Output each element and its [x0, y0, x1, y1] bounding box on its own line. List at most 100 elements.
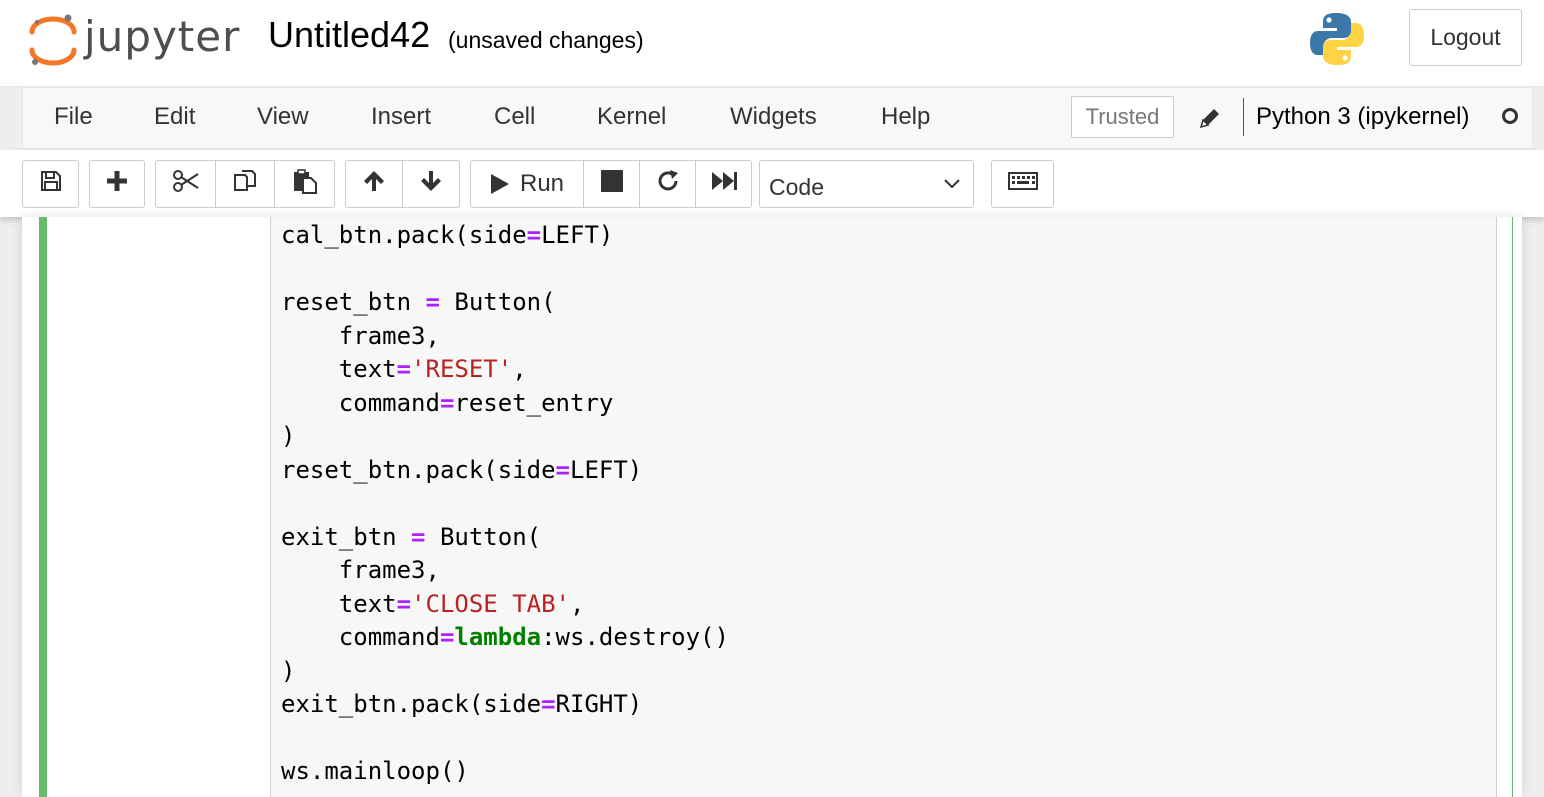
code-token: ws.mainloop() — [281, 757, 469, 785]
code-line: ) — [281, 657, 295, 691]
restart-icon — [656, 169, 680, 200]
cut-button[interactable] — [156, 161, 216, 207]
move-up-button[interactable] — [346, 161, 403, 207]
fast-forward-icon — [711, 170, 737, 198]
toolbar-group-run: Run — [470, 160, 752, 208]
paste-icon — [292, 168, 318, 201]
code-editor[interactable]: cal_btn.pack(side=LEFT) reset_btn = Butto… — [270, 217, 1497, 797]
pencil-icon[interactable] — [1198, 106, 1222, 135]
scissors-icon — [172, 169, 200, 200]
kernel-divider — [1243, 98, 1244, 136]
restart-button[interactable] — [640, 161, 696, 207]
kernel-idle-icon — [1502, 108, 1518, 124]
code-token: reset_entry — [454, 388, 614, 417]
code-token: frame3, — [281, 556, 440, 584]
menu-edit[interactable]: Edit — [154, 103, 195, 131]
interrupt-button[interactable] — [584, 161, 640, 207]
code-token: 'RESET' — [411, 355, 513, 383]
save-status: (unsaved changes) — [448, 27, 644, 53]
save-icon — [39, 169, 63, 200]
code-line: text='CLOSE TAB', — [281, 589, 585, 624]
code-line: frame3, — [281, 322, 440, 356]
code-token: Button( — [425, 522, 542, 551]
menu-kernel[interactable]: Kernel — [597, 103, 666, 131]
toolbar-group-keyboard — [991, 160, 1054, 208]
paste-button[interactable] — [275, 161, 334, 207]
save-button[interactable] — [23, 161, 78, 207]
code-token: = — [396, 589, 412, 618]
menu-help[interactable]: Help — [881, 103, 930, 131]
code-line: command=reset_entry — [281, 388, 614, 423]
menu-widgets[interactable]: Widgets — [730, 103, 817, 131]
jupyter-brand-text[interactable]: jupyter — [84, 12, 240, 61]
copy-icon — [232, 168, 258, 201]
move-down-button[interactable] — [403, 161, 459, 207]
code-token: LEFT) — [570, 455, 643, 484]
code-line: frame3, — [281, 556, 440, 590]
jupyter-logo-icon[interactable] — [28, 12, 78, 73]
run-all-button[interactable] — [696, 161, 751, 207]
code-line: reset_btn = Button( — [281, 288, 556, 322]
python-logo-icon — [1309, 11, 1365, 72]
run-label: Run — [519, 170, 565, 197]
copy-button[interactable] — [216, 161, 275, 207]
code-token: reset_btn.pack(side — [281, 455, 556, 484]
cell-selection-bar — [39, 217, 47, 797]
code-token: = — [439, 388, 455, 417]
code-line: ) — [281, 422, 295, 456]
code-token: = — [541, 690, 556, 718]
arrow-down-icon — [419, 169, 443, 200]
menu-view[interactable]: View — [257, 103, 309, 131]
toolbar-group-clipboard — [155, 160, 335, 208]
cell-type-value: Code — [769, 174, 824, 200]
code-line: reset_btn.pack(side=LEFT) — [281, 456, 642, 490]
code-token: = — [425, 288, 440, 316]
code-token: ) — [281, 422, 296, 450]
code-token: text — [281, 589, 397, 618]
logout-button[interactable]: Logout — [1409, 9, 1522, 66]
code-token: text — [281, 355, 397, 383]
run-button[interactable]: Run — [471, 161, 584, 207]
code-token: , — [512, 355, 527, 383]
insert-cell-button[interactable] — [90, 161, 144, 207]
toolbar-group-insert — [89, 160, 145, 208]
code-line: text='RESET', — [281, 355, 527, 389]
cell-type-select[interactable]: Code — [759, 160, 974, 208]
code-token: frame3, — [281, 321, 440, 350]
code-token: cal_btn.pack(side — [281, 221, 527, 249]
code-token: = — [526, 221, 542, 249]
kernel-name[interactable]: Python 3 (ipykernel) — [1256, 103, 1469, 131]
toolbar-group-save — [22, 160, 79, 208]
code-token: ) — [281, 656, 296, 685]
code-token: RIGHT) — [555, 690, 643, 718]
code-token: reset_btn — [281, 288, 426, 316]
command-palette-button[interactable] — [992, 161, 1053, 207]
code-cell[interactable]: cal_btn.pack(side=LEFT) reset_btn = Butto… — [39, 217, 1513, 797]
notebook-title[interactable]: Untitled42 — [268, 14, 430, 56]
plus-icon — [106, 170, 128, 199]
menubar: File Edit View Insert Cell Kernel Widget… — [22, 87, 1533, 149]
code-token: Button( — [439, 288, 556, 316]
trusted-indicator[interactable]: Trusted — [1071, 96, 1174, 138]
chevron-down-icon — [943, 177, 961, 195]
code-token: = — [411, 522, 426, 551]
menu-cell[interactable]: Cell — [494, 103, 535, 131]
header: jupyter Untitled42 (unsaved changes) Log… — [0, 0, 1544, 87]
code-token: command — [281, 623, 440, 651]
menu-file[interactable]: File — [54, 103, 93, 131]
menu-insert[interactable]: Insert — [371, 103, 431, 131]
code-token: command — [281, 388, 440, 417]
code-token: 'CLOSE TAB' — [411, 589, 570, 618]
code-token: lambda — [454, 623, 542, 651]
toolbar-group-move — [345, 160, 460, 208]
code-line: command=lambda:ws.destroy() — [281, 623, 729, 657]
stop-icon — [600, 169, 623, 199]
code-token: = — [439, 623, 455, 651]
code-token: = — [555, 455, 570, 484]
play-icon — [490, 173, 510, 195]
code-token: LEFT) — [541, 221, 614, 249]
code-line: ws.mainloop() — [281, 757, 469, 791]
keyboard-icon — [1007, 170, 1038, 198]
code-line: cal_btn.pack(side=LEFT) — [281, 221, 613, 255]
code-line: exit_btn.pack(side=RIGHT) — [281, 690, 642, 724]
